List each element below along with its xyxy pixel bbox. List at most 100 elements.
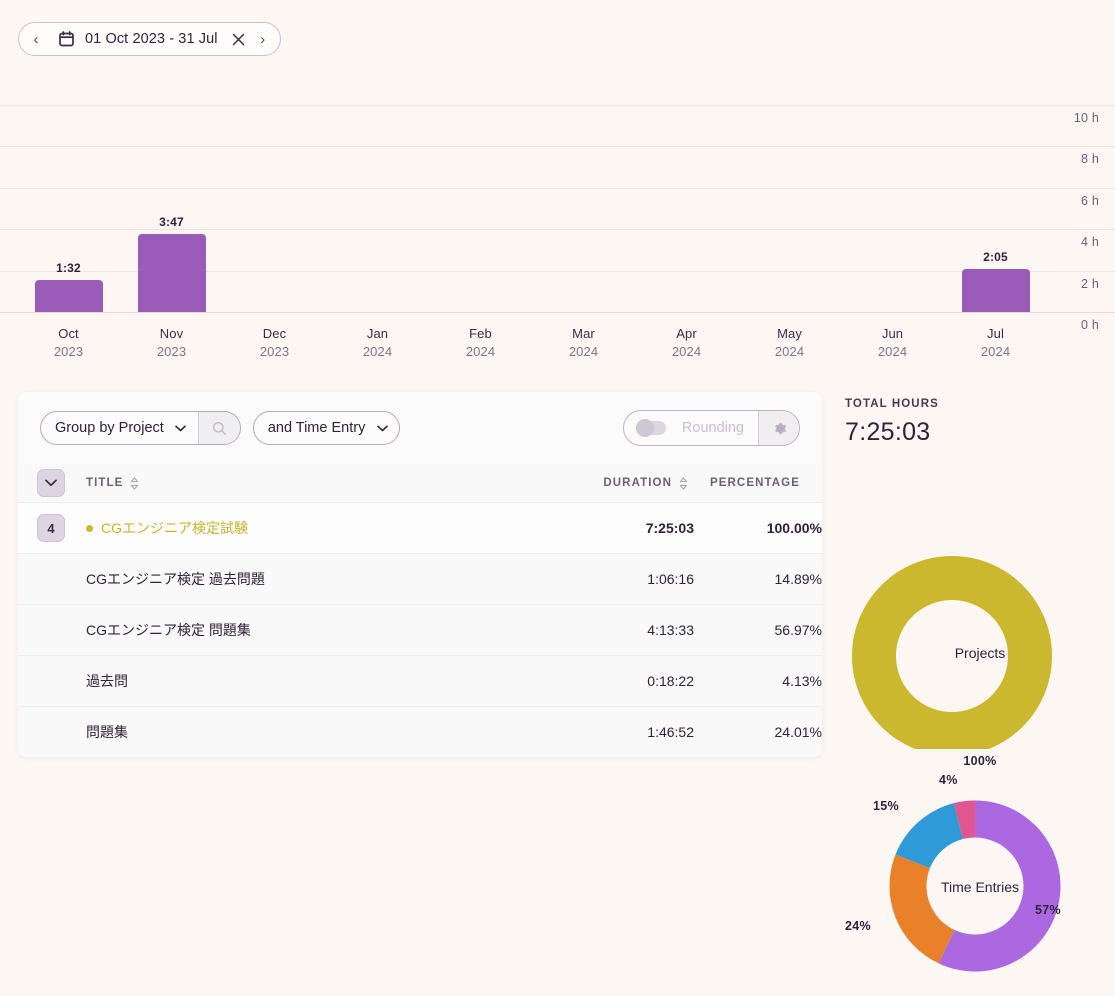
x-axis-month-label: Nov (159, 326, 184, 341)
group-by-project-select[interactable]: Group by Project (40, 411, 241, 445)
row-duration: 1:06:16 (574, 553, 694, 605)
x-axis-month-label: Dec (262, 326, 287, 341)
table-row[interactable]: CGエンジニア検定 過去問題 1:06:16 14.89% (18, 553, 822, 605)
projects-donut-chart: Projects 100% (845, 469, 1115, 768)
projects-donut-svg (845, 469, 1115, 756)
date-range-next-button[interactable]: › (250, 24, 276, 54)
group-by-project-label: Group by Project (55, 420, 164, 436)
date-range-picker[interactable]: ‹ 01 Oct 2023 - 31 Jul › (18, 22, 281, 56)
row-title-cell: CGエンジニア検定 問題集 (84, 604, 574, 656)
date-range-label[interactable]: 01 Oct 2023 - 31 Jul (77, 31, 228, 47)
date-range-prev-button[interactable]: ‹ (23, 24, 49, 54)
entry-title: CGエンジニア検定 問題集 (86, 622, 251, 638)
donut-slice[interactable] (895, 803, 963, 869)
table-row[interactable]: CGエンジニア検定 問題集 4:13:33 56.97% (18, 604, 822, 656)
calendar-icon (55, 24, 77, 54)
x-axis-tick: Apr 2024 (635, 326, 738, 359)
x-axis-year-label: 2024 (671, 344, 702, 359)
hours-bar-chart: 0 h2 h4 h6 h8 h 10 h 1:32 3:47 2:05 Oct 2023… (0, 78, 1115, 360)
bar-value-label: 2:05 (983, 249, 1008, 264)
chevron-down-icon (172, 425, 190, 432)
table-row-project[interactable]: 4 CGエンジニア検定試験 7:25:03 100.00% (18, 502, 822, 554)
bar-value-label: 1:32 (56, 261, 81, 276)
group-by-time-entry-label: and Time Entry (267, 420, 366, 436)
x-axis-month-label: Jan (366, 326, 389, 341)
row-duration: 0:18:22 (574, 655, 694, 707)
rounding-label: Rounding (681, 420, 744, 436)
x-axis-month-label: Mar (572, 326, 595, 341)
x-axis-year-label: 2024 (465, 344, 496, 359)
row-count-cell: 4 (18, 502, 84, 554)
x-axis-year-label: 2023 (156, 344, 187, 359)
search-icon[interactable] (197, 412, 240, 444)
gear-icon[interactable] (758, 411, 799, 445)
bar-column[interactable]: 1:32 (17, 261, 120, 312)
row-percentage: 4.13% (694, 655, 822, 707)
x-axis-tick: Oct 2023 (17, 326, 120, 359)
row-title-cell: 問題集 (84, 706, 574, 757)
donut-slice[interactable] (889, 854, 955, 964)
x-axis-month-label: Oct (58, 326, 79, 341)
column-percentage[interactable]: PERCENTAGE (694, 464, 822, 503)
expand-all-cell (18, 464, 84, 503)
total-hours-label: TOTAL HOURS (845, 398, 939, 410)
group-by-time-entry-select[interactable]: and Time Entry (252, 411, 401, 445)
row-duration: 7:25:03 (574, 502, 694, 554)
x-axis-tick: Jun 2024 (841, 326, 944, 359)
table-row[interactable]: 過去問 0:18:22 4.13% (18, 655, 822, 707)
table-header-row: TITLE DURATION PERCENTAGE (18, 464, 822, 503)
sort-icon[interactable] (130, 476, 139, 490)
row-spacer-cell (18, 553, 84, 605)
row-title-cell: CGエンジニア検定試験 (84, 502, 574, 554)
bar[interactable] (137, 233, 206, 312)
x-axis-year-label: 2024 (362, 344, 393, 359)
x-axis-month-label: Jul (987, 326, 1004, 341)
x-axis-tick: Feb 2024 (429, 326, 532, 359)
bar-value-label: 3:47 (159, 214, 184, 229)
bar-column[interactable]: 3:47 (120, 215, 223, 312)
date-range-pill[interactable]: ‹ 01 Oct 2023 - 31 Jul › (18, 22, 281, 56)
expand-all-button[interactable] (37, 469, 65, 497)
close-icon[interactable] (228, 24, 250, 54)
column-duration-label: DURATION (603, 477, 672, 489)
donut-slice-label: 57% (1035, 903, 1061, 917)
donut-slice-label: 24% (845, 919, 871, 933)
report-toolbar: Group by Project and Time Entry Rounding (18, 392, 822, 464)
column-title[interactable]: TITLE (84, 464, 574, 503)
row-percentage: 56.97% (694, 604, 822, 656)
table-row[interactable]: 問題集 1:46:52 24.01% (18, 706, 822, 757)
rounding-toggle[interactable] (624, 419, 672, 437)
x-axis-tick: Jan 2024 (326, 326, 429, 359)
project-title: CGエンジニア検定試験 (101, 520, 248, 536)
x-axis-tick: Nov 2023 (120, 326, 223, 359)
summary-panel: TOTAL HOURS 7:25:03 Projects 100% Time E… (845, 398, 1115, 991)
row-spacer-cell (18, 655, 84, 707)
x-axis-tick: May 2024 (738, 326, 841, 359)
report-table: TITLE DURATION PERCENTAGE 4 CGエンジニア検定試験 … (18, 464, 822, 757)
row-count-badge[interactable]: 4 (37, 514, 65, 542)
entry-title: CGエンジニア検定 過去問題 (86, 571, 265, 587)
rounding-control[interactable]: Rounding (622, 410, 800, 446)
bar[interactable] (34, 280, 103, 312)
x-axis-year-label: 2024 (774, 344, 805, 359)
table-body: 4 CGエンジニア検定試験 7:25:03 100.00% CGエンジニア検定 過去問題… (18, 502, 822, 757)
time-entries-donut-center-label: Time Entries (940, 879, 1020, 895)
row-duration: 4:13:33 (574, 604, 694, 656)
row-spacer-cell (18, 706, 84, 757)
column-duration[interactable]: DURATION (574, 464, 694, 503)
time-entries-donut-chart: Time Entries 57% 24% 15% 4% (845, 761, 1115, 991)
bar[interactable] (961, 268, 1030, 312)
column-percentage-label: PERCENTAGE (709, 477, 800, 489)
x-axis-tick: Dec 2023 (223, 326, 326, 359)
total-hours-value: 7:25:03 (845, 418, 931, 446)
row-percentage: 100.00% (694, 502, 822, 554)
x-axis-month-label: Jun (881, 326, 904, 341)
report-card: Group by Project and Time Entry Rounding… (18, 392, 822, 757)
x-axis-year-label: 2024 (980, 344, 1011, 359)
sort-icon[interactable] (679, 476, 688, 490)
row-title-cell: 過去問 (84, 655, 574, 707)
x-axis-year-label: 2024 (568, 344, 599, 359)
toggle-track (635, 419, 666, 437)
bar-column[interactable]: 2:05 (944, 250, 1047, 312)
x-axis-tick: Jul 2024 (944, 326, 1047, 359)
